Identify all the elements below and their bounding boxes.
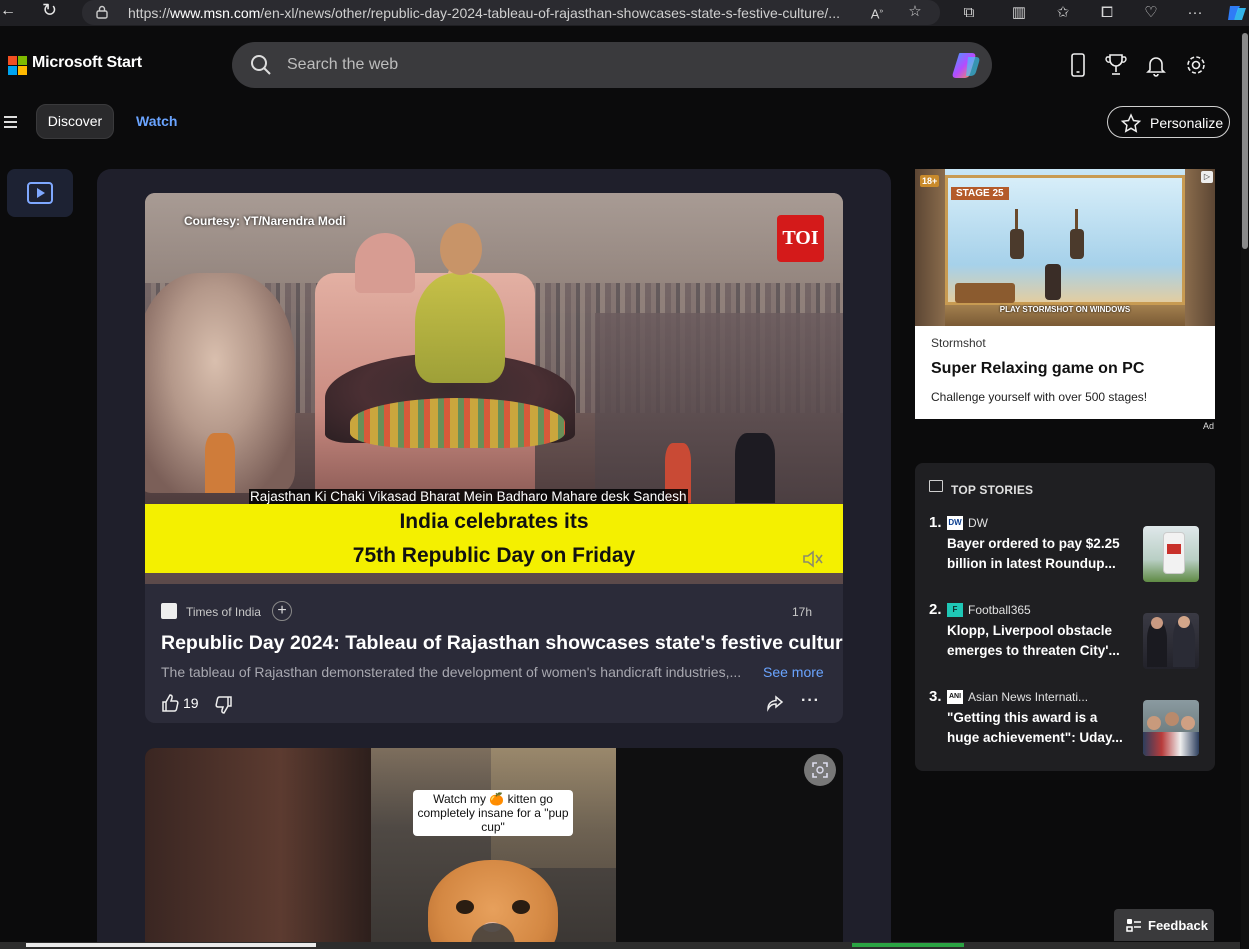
article-description: The tableau of Rajasthan demonsterated t… bbox=[161, 664, 742, 680]
video-courtesy-text: Courtesy: YT/Narendra Modi bbox=[184, 214, 346, 228]
source-name[interactable]: Times of India bbox=[186, 605, 261, 619]
tab-watch[interactable]: Watch bbox=[136, 113, 177, 129]
story-item[interactable]: 2. F Football365 Klopp, Liverpool obstac… bbox=[915, 601, 1215, 681]
search-icon bbox=[251, 55, 271, 75]
publish-time: 17h bbox=[792, 605, 813, 619]
search-input[interactable]: Search the web bbox=[287, 56, 398, 74]
expand-icon bbox=[812, 762, 828, 778]
browser-toolbar: ← ↻ https://www.msn.com/en-xl/news/other… bbox=[0, 0, 1249, 26]
address-bar[interactable]: https://www.msn.com/en-xl/news/other/rep… bbox=[82, 0, 940, 25]
news-icon bbox=[929, 480, 943, 492]
ad-brand[interactable]: Stormshot bbox=[931, 336, 986, 350]
personalize-label: Personalize bbox=[1150, 115, 1224, 131]
video-subtitle: Rajasthan Ki Chaki Vikasad Bharat Mein B… bbox=[249, 489, 688, 504]
notifications-bell-icon[interactable] bbox=[1144, 52, 1168, 78]
settings-gear-icon[interactable] bbox=[1184, 52, 1208, 78]
story-thumbnail[interactable] bbox=[1143, 613, 1199, 669]
microsoft-logo-icon[interactable] bbox=[8, 56, 27, 75]
ad-card[interactable]: 18+ STAGE 25 PLAY STORMSHOT ON WINDOWS ▷… bbox=[915, 169, 1215, 419]
ad-stage-label: STAGE 25 bbox=[951, 187, 1009, 200]
story-source: Asian News Internati... bbox=[968, 690, 1089, 704]
story-source: Football365 bbox=[968, 603, 1031, 617]
phone-app-icon[interactable] bbox=[1066, 52, 1090, 78]
video-caption-bubble: Watch my 🍊 kitten go completely insane f… bbox=[413, 790, 573, 836]
read-aloud-icon[interactable]: A» bbox=[868, 3, 886, 21]
brand-name[interactable]: Microsoft Start bbox=[32, 54, 142, 72]
personalize-button[interactable]: Personalize bbox=[1107, 106, 1230, 138]
dislike-thumbs-down-icon[interactable] bbox=[215, 695, 233, 715]
see-more-link[interactable]: See more bbox=[763, 664, 824, 680]
expand-button[interactable] bbox=[804, 754, 836, 786]
video-banner-line1: India celebrates its bbox=[399, 510, 589, 533]
back-icon[interactable]: ← bbox=[0, 2, 16, 20]
story-item[interactable]: 3. ANI Asian News Internati... "Getting … bbox=[915, 688, 1215, 768]
more-options-icon[interactable]: ··· bbox=[801, 692, 820, 710]
menu-icon[interactable] bbox=[4, 116, 17, 131]
mute-icon[interactable] bbox=[801, 549, 823, 569]
toi-logo: TOI bbox=[777, 215, 824, 262]
copilot-icon[interactable] bbox=[952, 51, 982, 79]
collections-icon[interactable]: ⧠ bbox=[1098, 4, 1116, 22]
site-header: Microsoft Start Search the web bbox=[0, 26, 1240, 106]
favorites-icon[interactable]: ✩ bbox=[1054, 4, 1072, 22]
bottom-strip bbox=[0, 942, 1240, 949]
copilot-sidebar-icon[interactable] bbox=[1226, 4, 1248, 22]
ani-icon: ANI bbox=[947, 690, 963, 704]
like-count: 19 bbox=[183, 695, 199, 711]
ad-image[interactable]: 18+ STAGE 25 PLAY STORMSHOT ON WINDOWS ▷ bbox=[915, 169, 1215, 326]
top-stories-heading: TOP STORIES bbox=[951, 483, 1034, 497]
personalize-sparkle-icon bbox=[1120, 113, 1142, 133]
rewards-trophy-icon[interactable] bbox=[1104, 52, 1128, 78]
feedback-label: Feedback bbox=[1148, 918, 1208, 933]
browser-essentials-icon[interactable]: ♡ bbox=[1142, 4, 1160, 22]
story-number: 3. bbox=[929, 688, 942, 705]
story-item[interactable]: 1. DW DW Bayer ordered to pay $2.25 bill… bbox=[915, 514, 1215, 594]
video-blur-left bbox=[145, 748, 371, 949]
dw-icon: DW bbox=[947, 516, 963, 530]
ad-label: Ad bbox=[1203, 421, 1215, 431]
story-thumbnail[interactable] bbox=[1143, 700, 1199, 756]
video-player[interactable]: Courtesy: YT/Narendra Modi TOI Rajasthan… bbox=[145, 193, 843, 584]
video-rail-button[interactable] bbox=[7, 169, 73, 217]
story-number: 2. bbox=[929, 601, 942, 618]
ad-headline[interactable]: Super Relaxing game on PC bbox=[931, 360, 1144, 378]
story-thumbnail[interactable] bbox=[1143, 526, 1199, 582]
video-card-2[interactable]: Watch my 🍊 kitten go completely insane f… bbox=[145, 748, 843, 949]
share-icon[interactable] bbox=[765, 694, 785, 714]
search-box[interactable]: Search the web bbox=[232, 42, 992, 88]
follow-source-button[interactable]: + bbox=[272, 601, 292, 621]
play-video-icon bbox=[27, 182, 53, 204]
favorite-star-icon[interactable]: ☆ bbox=[906, 3, 924, 21]
url-text: https://www.msn.com/en-xl/news/other/rep… bbox=[128, 5, 840, 21]
tab-discover[interactable]: Discover bbox=[36, 104, 114, 139]
feedback-button[interactable]: Feedback bbox=[1114, 909, 1214, 941]
like-thumbs-up-icon[interactable] bbox=[161, 693, 179, 713]
story-number: 1. bbox=[929, 514, 942, 531]
top-stories-panel: TOP STORIES 1. DW DW Bayer ordered to pa… bbox=[915, 463, 1215, 771]
article-title[interactable]: Republic Day 2024: Tableau of Rajasthan … bbox=[161, 632, 843, 655]
times-of-india-icon bbox=[161, 603, 177, 619]
ad-subtext: Challenge yourself with over 500 stages! bbox=[931, 390, 1148, 404]
feedback-icon bbox=[1126, 919, 1141, 932]
video-banner: India celebrates its 75th Republic Day o… bbox=[145, 504, 843, 573]
video-banner-line2: 75th Republic Day on Friday bbox=[352, 544, 636, 567]
page-scrollbar[interactable] bbox=[1241, 33, 1249, 949]
refresh-icon[interactable]: ↻ bbox=[42, 0, 57, 21]
more-menu-icon[interactable]: ··· bbox=[1186, 4, 1204, 22]
video-card[interactable]: Courtesy: YT/Narendra Modi TOI Rajasthan… bbox=[145, 193, 843, 723]
split-screen-icon[interactable]: ▥ bbox=[1010, 4, 1028, 22]
story-title[interactable]: Bayer ordered to pay $2.25 billion in la… bbox=[947, 534, 1127, 574]
age-rating-badge: 18+ bbox=[920, 175, 940, 187]
scrollbar-thumb[interactable] bbox=[1242, 33, 1248, 249]
story-source: DW bbox=[968, 516, 988, 530]
ad-play-label: PLAY STORMSHOT ON WINDOWS bbox=[999, 305, 1131, 314]
extensions-icon[interactable]: ⧉ bbox=[960, 4, 978, 22]
story-title[interactable]: Klopp, Liverpool obstacle emerges to thr… bbox=[947, 621, 1127, 661]
ad-choices-icon[interactable]: ▷ bbox=[1201, 171, 1213, 183]
football365-icon: F bbox=[947, 603, 963, 617]
story-title[interactable]: "Getting this award is a huge achievemen… bbox=[947, 708, 1127, 748]
lock-icon bbox=[96, 5, 108, 19]
